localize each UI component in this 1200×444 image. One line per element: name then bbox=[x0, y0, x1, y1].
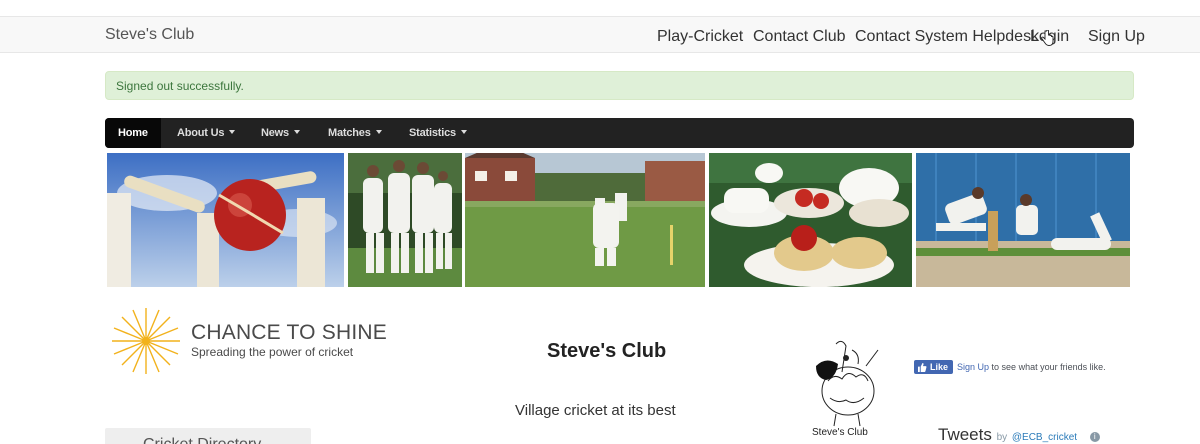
caret-down-icon bbox=[229, 130, 236, 134]
main-navbar: Home About Us News Matches Statistics bbox=[105, 118, 1134, 148]
indoor-cricket-photo bbox=[916, 153, 1130, 287]
chance-to-shine-subtitle: Spreading the power of cricket bbox=[191, 345, 354, 359]
signout-alert: Signed out successfully. bbox=[105, 71, 1134, 100]
nav-about-label: About Us bbox=[177, 127, 225, 139]
chance-to-shine-title: CHANCE TO SHINE bbox=[191, 321, 387, 344]
facebook-like-text: Sign Up to see what your friends like. bbox=[957, 362, 1106, 372]
thumbs-up-icon bbox=[918, 362, 927, 372]
signup-link[interactable]: Sign Up bbox=[1088, 28, 1145, 46]
club-tagline: Village cricket at its best bbox=[515, 402, 676, 419]
caret-down-icon bbox=[375, 130, 382, 134]
twitter-widget-header: Tweets by @ECB_cricket i bbox=[938, 425, 1100, 444]
facebook-like-caption: to see what your friends like. bbox=[989, 362, 1106, 372]
nav-matches[interactable]: Matches bbox=[315, 118, 395, 148]
facebook-like-label: Like bbox=[930, 362, 949, 372]
hand-cursor-icon bbox=[1041, 29, 1054, 49]
team-celebrating-photo bbox=[348, 153, 462, 287]
twitter-handle-link[interactable]: @ECB_cricket bbox=[1012, 432, 1077, 443]
nav-news[interactable]: News bbox=[248, 118, 313, 148]
nav-news-label: News bbox=[261, 127, 289, 139]
nav-about-us[interactable]: About Us bbox=[164, 118, 248, 148]
club-crest-image bbox=[806, 336, 886, 428]
info-icon[interactable]: i bbox=[1089, 432, 1100, 442]
village-match-photo bbox=[465, 153, 705, 287]
nav-statistics-label: Statistics bbox=[409, 127, 456, 139]
facebook-signup-link[interactable]: Sign Up bbox=[957, 362, 989, 372]
nav-statistics[interactable]: Statistics bbox=[396, 118, 480, 148]
chance-to-shine-logo[interactable]: CHANCE TO SHINE Spreading the power of c… bbox=[108, 306, 398, 376]
caret-down-icon bbox=[460, 130, 467, 134]
page-title: Steve's Club bbox=[547, 340, 667, 362]
cream-tea-photo bbox=[709, 153, 912, 287]
caret-down-icon bbox=[293, 130, 300, 134]
top-navbar: Steve's Club Play-Cricket Contact Club C… bbox=[0, 16, 1200, 53]
facebook-like-button[interactable]: Like bbox=[914, 360, 954, 374]
contact-club-link[interactable]: Contact Club bbox=[753, 28, 846, 46]
tweets-title: Tweets bbox=[938, 425, 992, 444]
crest-label: Steve's Club bbox=[812, 427, 868, 438]
cricket-directory-title: Cricket Directory bbox=[143, 436, 261, 444]
helpdesk-link[interactable]: Contact System Helpdesk bbox=[855, 28, 1039, 46]
nav-home[interactable]: Home bbox=[105, 118, 161, 148]
nav-matches-label: Matches bbox=[328, 127, 371, 139]
cricket-directory-panel: Cricket Directory bbox=[105, 428, 311, 444]
nav-home-label: Home bbox=[118, 127, 148, 139]
ball-hitting-stumps-photo bbox=[107, 153, 344, 287]
brand-link[interactable]: Steve's Club bbox=[105, 26, 194, 44]
play-cricket-link[interactable]: Play-Cricket bbox=[657, 28, 743, 46]
tweets-by: by bbox=[996, 432, 1008, 443]
sunburst-icon bbox=[112, 308, 180, 374]
facebook-like-widget: Like Sign Up to see what your friends li… bbox=[914, 360, 1106, 374]
